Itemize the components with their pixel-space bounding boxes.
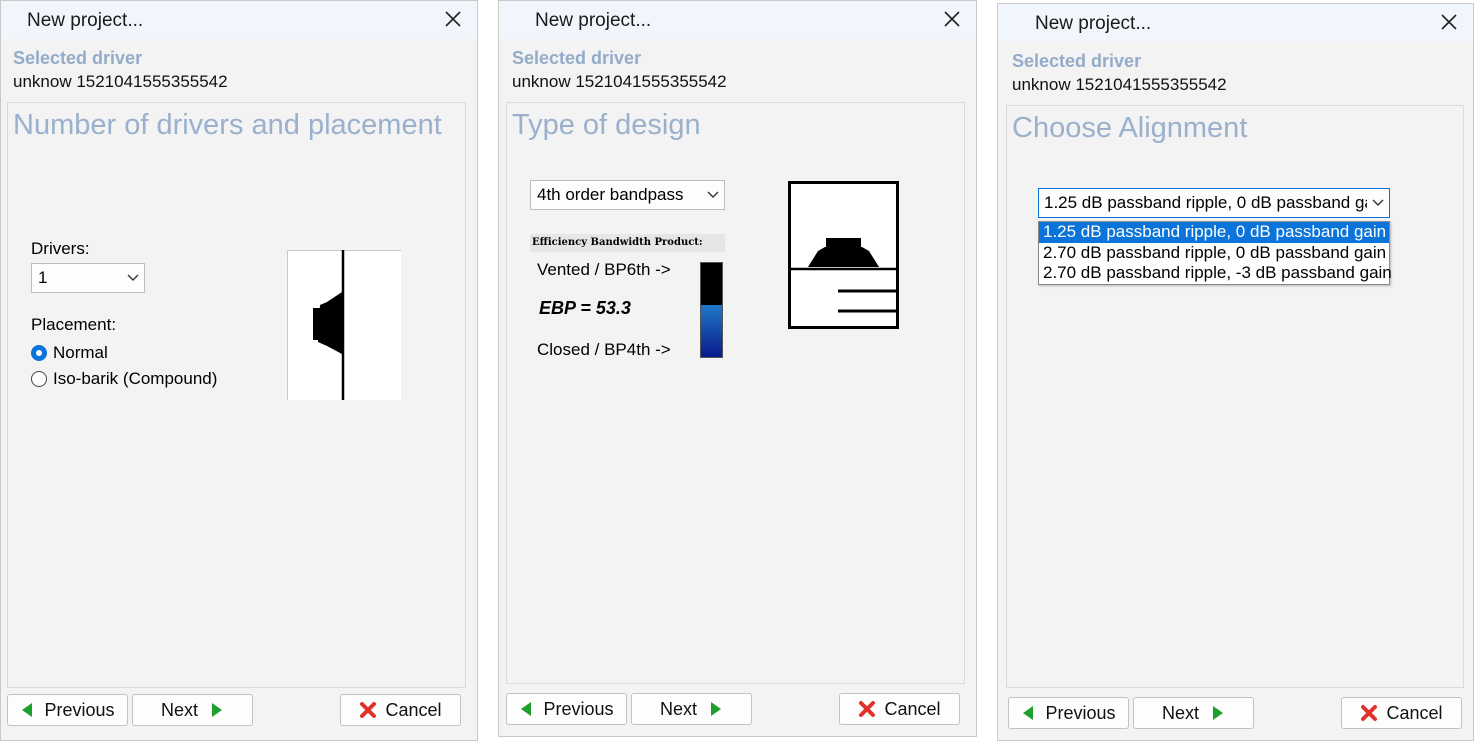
step-panel: Choose Alignment 1.25 dB passband ripple… [1006,105,1464,688]
step-panel: Type of design 4th order bandpass Effici… [506,102,965,684]
next-label: Next [659,698,697,719]
ebp-gauge-fill [701,305,722,357]
next-button[interactable]: Next [631,693,752,725]
design-type-select[interactable]: 4th order bandpass [530,180,725,210]
previous-button[interactable]: Previous [7,694,128,726]
placement-label: Placement: [31,315,117,334]
title-bar[interactable]: New project... [499,1,976,39]
placement-radio-isobarik[interactable]: Iso-barik (Compound) [31,369,217,389]
chevron-down-icon [702,191,724,199]
selected-driver-value: unknow 1521041555355542 [1012,75,1227,94]
alignment-select[interactable]: 1.25 dB passband ripple, 0 dB passband g… [1038,188,1390,218]
previous-button[interactable]: Previous [1008,697,1129,729]
dialog-drivers-placement: New project... Selected driver unknow 15… [0,0,478,741]
previous-label: Previous [1045,702,1116,723]
selected-driver-label: Selected driver [512,48,642,68]
drivers-count-select[interactable]: 1 [31,263,145,293]
previous-label: Previous [543,698,614,719]
cancel-label: Cancel [884,698,941,719]
next-button[interactable]: Next [1133,697,1254,729]
selected-driver-label: Selected driver [13,48,143,68]
cancel-button[interactable]: Cancel [1341,697,1462,729]
ebp-gauge [700,262,723,358]
dialog-type-of-design: New project... Selected driver unknow 15… [498,0,977,737]
cancel-x-icon [360,702,377,718]
previous-label: Previous [44,699,115,720]
placement-radio-normal[interactable]: Normal [31,343,108,363]
radio-label: Normal [53,343,108,362]
chevron-down-icon [1367,199,1389,207]
next-button[interactable]: Next [132,694,253,726]
cancel-label: Cancel [385,699,442,720]
radio-checked-icon [31,345,47,361]
next-label: Next [160,699,198,720]
arrow-left-icon [22,703,33,717]
dropdown-option[interactable]: 2.70 dB passband ripple, -3 dB passband … [1039,263,1392,284]
vented-label: Vented / BP6th -> [537,260,671,279]
dropdown-option[interactable]: 2.70 dB passband ripple, 0 dB passband g… [1039,243,1389,264]
alignment-value: 1.25 dB passband ripple, 0 dB passband g… [1044,193,1367,212]
closed-label: Closed / BP4th -> [537,340,671,359]
panel-title: Choose Alignment [1012,112,1248,144]
drivers-count-value: 1 [38,268,48,287]
cancel-button[interactable]: Cancel [839,693,960,725]
panel-title: Type of design [512,109,701,141]
speaker-placement-illustration [287,250,401,400]
arrow-left-icon [1023,706,1034,720]
window-title: New project... [27,10,144,31]
arrow-right-icon [212,703,222,717]
cancel-x-icon [859,701,876,717]
dialog-choose-alignment: New project... Selected driver unknow 15… [997,3,1474,741]
cancel-x-icon [1361,705,1378,721]
ebp-header: Efficiency Bandwidth Product: [530,234,725,252]
previous-button[interactable]: Previous [506,693,627,725]
selected-driver-label: Selected driver [1012,51,1142,71]
bandpass-enclosure-illustration [788,181,899,329]
cancel-label: Cancel [1386,702,1443,723]
design-type-value: 4th order bandpass [537,185,684,204]
selected-driver-value: unknow 1521041555355542 [13,72,228,91]
close-icon[interactable] [1439,12,1459,32]
panel-title: Number of drivers and placement [13,109,442,141]
selected-driver-value: unknow 1521041555355542 [512,72,727,91]
drivers-label: Drivers: [31,239,90,258]
close-icon[interactable] [443,9,463,29]
alignment-dropdown-list[interactable]: 1.25 dB passband ripple, 0 dB passband g… [1038,221,1392,285]
next-label: Next [1161,702,1199,723]
dropdown-option[interactable]: 1.25 dB passband ripple, 0 dB passband g… [1039,222,1389,243]
arrow-right-icon [1213,706,1223,720]
arrow-right-icon [711,702,721,716]
window-title: New project... [535,10,652,31]
arrow-left-icon [521,702,532,716]
chevron-down-icon [122,274,144,282]
cancel-button[interactable]: Cancel [340,694,461,726]
step-panel: Number of drivers and placement Drivers:… [7,102,466,688]
radio-unchecked-icon [31,371,47,387]
close-icon[interactable] [942,9,962,29]
window-title: New project... [1035,13,1152,34]
radio-label: Iso-barik (Compound) [53,369,218,388]
title-bar[interactable]: New project... [1,1,477,39]
title-bar[interactable]: New project... [998,4,1473,42]
ebp-value: EBP = 53.3 [539,298,631,318]
